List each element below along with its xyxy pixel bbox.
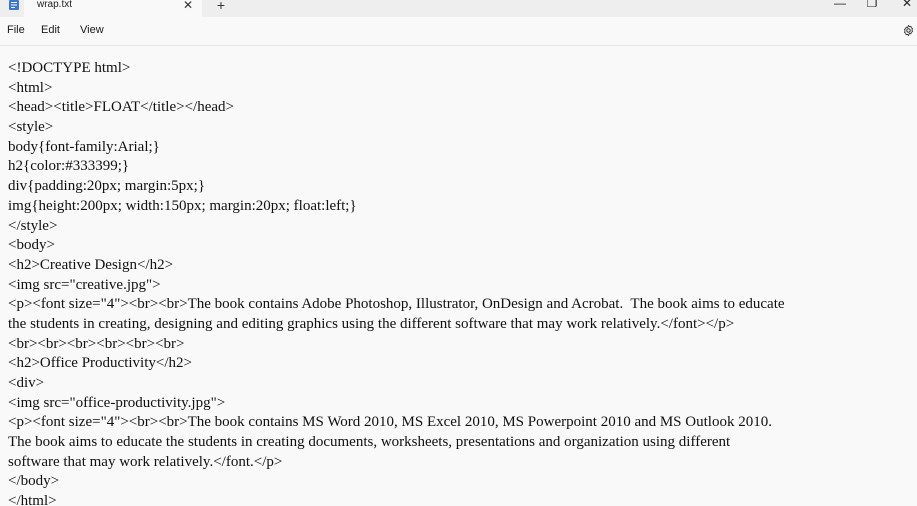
menu-view[interactable]: View <box>80 24 104 36</box>
text-line: img{height:200px; width:150px; margin:20… <box>8 197 357 214</box>
text-line: </html> <box>8 493 57 506</box>
close-tab-icon[interactable]: ✕ <box>181 0 195 12</box>
text-line: <body> <box>8 237 55 254</box>
menu-file[interactable]: File <box>7 24 25 36</box>
text-line: The book aims to educate the students in… <box>8 434 731 451</box>
text-line: <style> <box>8 119 54 136</box>
text-line: <h2>Creative Design</h2> <box>8 256 174 273</box>
text-line: the students in creating, designing and … <box>8 315 735 332</box>
gear-icon[interactable] <box>902 24 915 37</box>
text-line: <br><br><br><br><br><br> <box>8 335 185 352</box>
text-line: h2{color:#333399;} <box>8 158 130 175</box>
menu-edit[interactable]: Edit <box>41 24 60 36</box>
text-line: <div> <box>8 375 45 391</box>
text-line: <img src="creative.jpg"> <box>8 276 161 293</box>
notepad-icon <box>9 0 19 10</box>
text-line: body{font-family:Arial;} <box>8 138 160 155</box>
text-line: software that may work relatively.</font… <box>8 453 283 470</box>
restore-button[interactable]: ❐ <box>865 0 879 10</box>
text-line: <img src="office-productivity.jpg"> <box>8 394 226 411</box>
tab-title: wrap.txt <box>37 0 73 10</box>
text-line: <p><font size="4"><br><br>The book conta… <box>8 414 772 431</box>
text-editor[interactable]: <!DOCTYPE html> <html> <head><title>FLOAT<… <box>0 46 917 506</box>
text-line: <h2>Office Productivity</h2> <box>8 355 192 372</box>
new-tab-button[interactable]: + <box>213 0 229 13</box>
text-line: </body> <box>8 473 60 490</box>
close-window-button[interactable]: ✕ <box>900 0 914 10</box>
text-line: </style> <box>8 217 58 234</box>
text-line: <p><font size="4"><br><br>The book conta… <box>8 296 785 313</box>
title-bar: wrap.txt ✕ + — ❐ ✕ <box>0 0 917 17</box>
menu-bar: File Edit View <box>0 17 917 46</box>
text-line: <html> <box>8 79 53 96</box>
text-line: div{padding:20px; margin:5px;} <box>8 178 206 195</box>
minimize-button[interactable]: — <box>833 0 847 10</box>
text-content: <!DOCTYPE html> <html> <head><title>FLOAT<… <box>8 59 908 506</box>
text-line: <head><title>FLOAT</title></head> <box>8 99 234 116</box>
tab-wrap-txt[interactable]: wrap.txt ✕ <box>24 0 202 17</box>
text-line: <!DOCTYPE html> <box>8 60 131 76</box>
